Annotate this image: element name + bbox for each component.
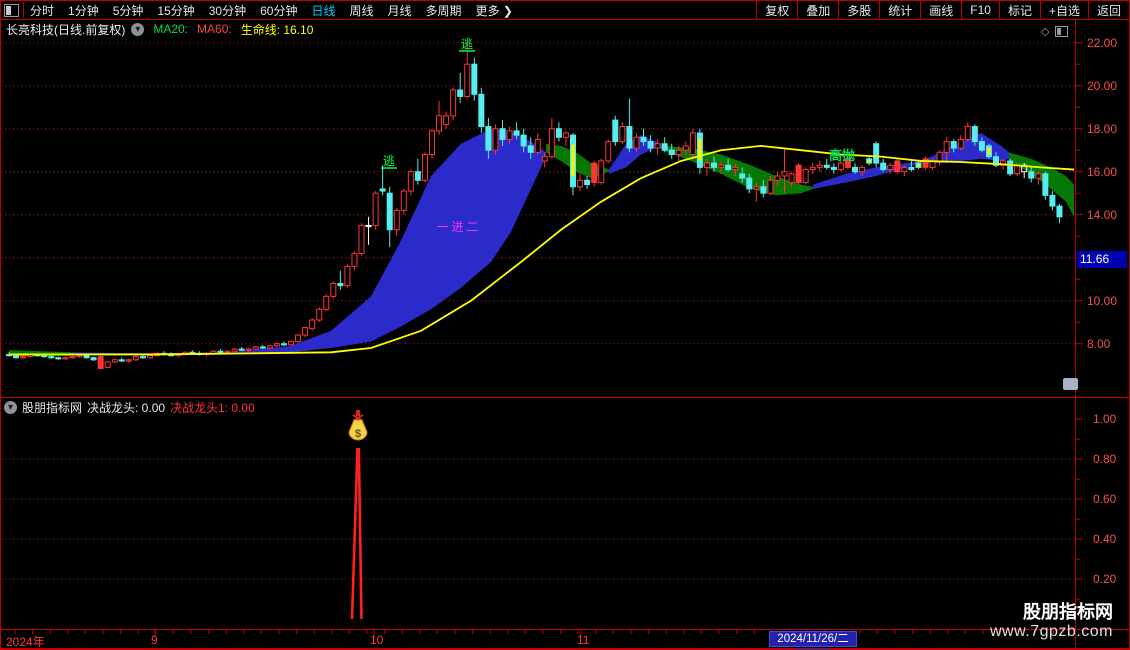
time-axis-label: 2024年 (6, 635, 45, 649)
legend-ma20: MA20: (153, 22, 189, 36)
indicator-axis-label: 0.80 (1093, 452, 1117, 466)
svg-text:一进二: 一进二 (436, 220, 481, 234)
period-tab-分时[interactable]: 分时 (30, 2, 54, 19)
indicator-axis-label: 0.20 (1093, 572, 1117, 586)
toolbar-action-标记[interactable]: 标记 (998, 1, 1040, 19)
period-tab-更多 ❯[interactable]: 更多 ❯ (476, 2, 513, 19)
period-tab-15分钟[interactable]: 15分钟 (157, 2, 194, 19)
price-label: 22.00 (1087, 35, 1118, 50)
period-tab-30分钟[interactable]: 30分钟 (209, 2, 246, 19)
date-tag: 2024/11/26/二 (769, 631, 857, 647)
time-axis-label: 10 (370, 633, 384, 647)
period-tab-5分钟[interactable]: 5分钟 (113, 2, 144, 19)
chart-canvas: 逃逃一进二高抛 $ (1, 19, 1129, 649)
price-label: 10.00 (1087, 293, 1118, 308)
svg-text:逃: 逃 (461, 37, 473, 51)
toolbar-action-画线[interactable]: 画线 (920, 1, 961, 19)
period-tab-多周期[interactable]: 多周期 (426, 2, 462, 19)
period-tab-日线[interactable]: 日线 (311, 2, 335, 19)
indicator-value-2: 决战龙头1: 0.00 (170, 401, 255, 415)
panel-icon[interactable] (1055, 26, 1069, 37)
indicator-axis-label: 0.60 (1093, 492, 1117, 506)
window-layout-icon[interactable] (4, 3, 19, 17)
panel-borders (1, 19, 1129, 649)
lifeline-ma (9, 144, 1075, 356)
money-bag-icon: $ (348, 410, 368, 441)
toolbar-action-统计[interactable]: 统计 (879, 1, 920, 19)
top-toolbar: 分时 1分钟 5分钟 15分钟 30分钟 60分钟 日线 周线 月线 多周期 更多 ❯ 复权 叠加 多股… (1, 1, 1129, 20)
chart-corner-icons: ◇ (1041, 25, 1069, 38)
app-window: 分时 1分钟 5分钟 15分钟 30分钟 60分钟 日线 周线 月线 多周期 更多 ❯ 复权 叠加 多股… (0, 0, 1130, 650)
legend-lifeline: 生命线: 16.10 (240, 22, 314, 37)
price-label: 18.00 (1087, 121, 1118, 136)
ma-ribbon (9, 128, 1074, 357)
main-chart-header: 长亮科技(日线.前复权) ▾ MA20: MA60: 生命线: 16.10 (1, 21, 313, 37)
toolbar-action-返回[interactable]: 返回 (1087, 1, 1129, 19)
price-label: 16.00 (1087, 164, 1118, 179)
legend-ma60: MA60: (197, 22, 232, 36)
chevron-down-circle-icon[interactable]: ▾ (131, 22, 145, 36)
period-tabs: 分时 1分钟 5分钟 15分钟 30分钟 60分钟 日线 周线 月线 多周期 更多 ❯ (30, 2, 513, 19)
svg-text:$: $ (355, 428, 361, 440)
time-axis-label: 9 (151, 633, 158, 647)
last-price-tag: 11.66 (1077, 251, 1127, 268)
period-tab-月线[interactable]: 月线 (388, 2, 412, 19)
watermark-brand: 股朋指标网 (1023, 602, 1113, 622)
toolbar-actions: 复权 叠加 多股 统计 画线 F10 标记 +自选 返回 (756, 1, 1129, 19)
price-label: 20.00 (1087, 78, 1118, 93)
sub-chart-header: ▾ 股朋指标网 决战龙头: 0.00 决战龙头1: 0.00 (1, 400, 255, 415)
chevron-down-circle-icon[interactable]: ▾ (4, 401, 17, 414)
pane-handle-icon[interactable] (1063, 378, 1078, 390)
price-label: 14.00 (1087, 207, 1118, 222)
toolbar-action-+自选[interactable]: +自选 (1039, 1, 1088, 19)
toolbar-action-复权[interactable]: 复权 (756, 1, 797, 19)
watermark-url: www.7gpzb.com (990, 623, 1113, 640)
svg-text:高抛: 高抛 (829, 148, 855, 163)
svg-text:逃: 逃 (383, 154, 395, 168)
time-axis-label: 11 (577, 633, 590, 647)
period-tab-60分钟[interactable]: 60分钟 (260, 2, 297, 19)
period-tab-1分钟[interactable]: 1分钟 (68, 2, 99, 19)
toolbar-divider (23, 2, 24, 18)
toolbar-action-F10[interactable]: F10 (961, 1, 999, 19)
stock-title: 长亮科技(日线.前复权) (6, 22, 126, 37)
indicator-source: 股朋指标网 (22, 401, 83, 415)
indicator-value-1: 决战龙头: 0.00 (87, 401, 166, 415)
toolbar-action-多股[interactable]: 多股 (838, 1, 879, 19)
candlestick-series (6, 40, 1063, 370)
price-label: 8.00 (1087, 336, 1111, 351)
indicator-axis-label: 1.00 (1093, 412, 1117, 426)
indicator-axis-label: 0.40 (1093, 532, 1117, 546)
diamond-icon[interactable]: ◇ (1041, 25, 1049, 38)
period-tab-周线[interactable]: 周线 (349, 2, 373, 19)
toolbar-action-叠加[interactable]: 叠加 (797, 1, 838, 19)
buy-signal-spike (350, 447, 363, 620)
